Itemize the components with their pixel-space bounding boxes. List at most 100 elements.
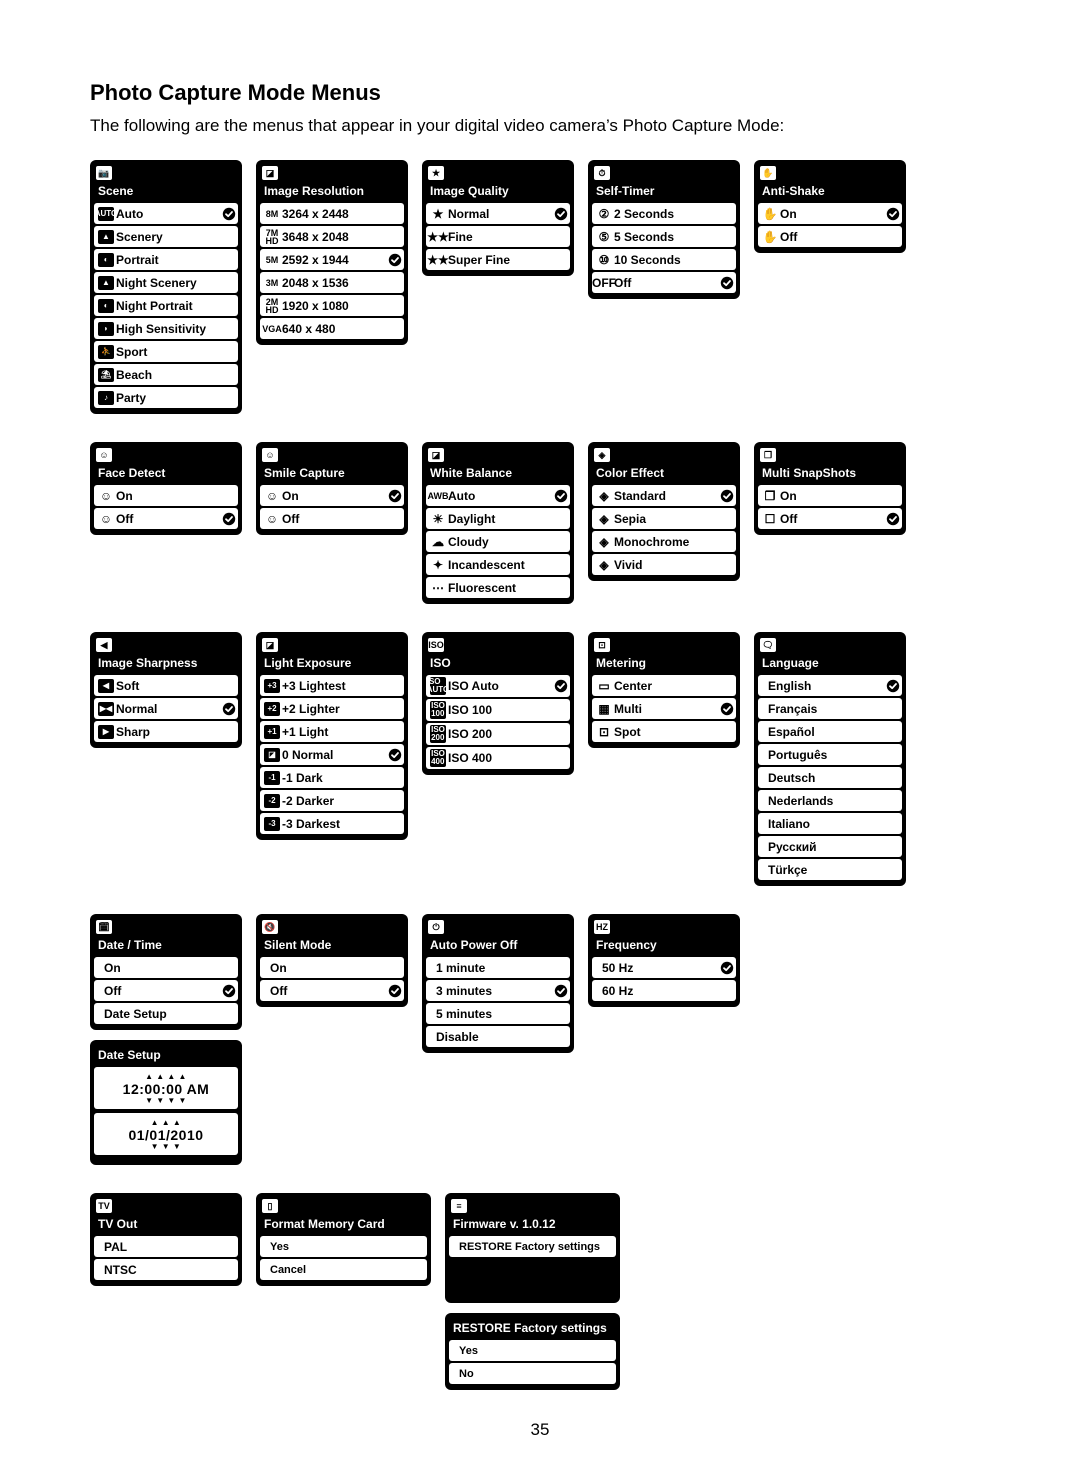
menu-item[interactable]: ♪Party <box>94 387 238 408</box>
menu-item[interactable]: ISO100ISO 100 <box>426 699 570 721</box>
menu-item[interactable]: 3 minutes <box>426 980 570 1001</box>
menu-item[interactable]: ◈Sepia <box>592 508 736 529</box>
menu-item[interactable]: +2+2 Lighter <box>260 698 404 719</box>
item-label: Русский <box>768 840 900 854</box>
menu-item[interactable]: ☺Off <box>94 508 238 529</box>
menu-item[interactable]: Yes <box>449 1340 616 1361</box>
menu-item[interactable]: 8M3264 x 2448 <box>260 203 404 224</box>
menu-item[interactable]: Off <box>260 980 404 1001</box>
menu-item[interactable]: NTSC <box>94 1259 238 1280</box>
menu-item[interactable]: Français <box>758 698 902 719</box>
checkmark-icon <box>886 512 900 526</box>
menu-item[interactable]: ☀Daylight <box>426 508 570 529</box>
menu-item[interactable]: 5M2592 x 1944 <box>260 249 404 270</box>
menu-item[interactable]: Date Setup <box>94 1003 238 1024</box>
menu-item[interactable]: ⑩10 Seconds <box>592 249 736 270</box>
menu-item[interactable]: ✦Incandescent <box>426 554 570 575</box>
menu-item[interactable]: ▲Night Scenery <box>94 272 238 293</box>
menu-item[interactable]: +3+3 Lightest <box>260 675 404 696</box>
menu-title: Format Memory Card <box>260 1213 427 1236</box>
menu-item[interactable]: ▲Scenery <box>94 226 238 247</box>
menu-item[interactable]: ⛱Beach <box>94 364 238 385</box>
menu-item[interactable]: -1-1 Dark <box>260 767 404 788</box>
menu-item[interactable]: ISO200ISO 200 <box>426 723 570 745</box>
menu-item[interactable]: Türkçe <box>758 859 902 880</box>
menu-title: Firmware v. 1.0.12 <box>449 1213 616 1236</box>
menu-item[interactable]: ▭Center <box>592 675 736 696</box>
menu-item[interactable]: ISOAUTOISO Auto <box>426 675 570 697</box>
menu-item[interactable]: ◈Monochrome <box>592 531 736 552</box>
menu-item[interactable]: ◪0 Normal <box>260 744 404 765</box>
menu-item[interactable]: ☺Off <box>260 508 404 529</box>
menu-item[interactable]: RESTORE Factory settings <box>449 1236 616 1257</box>
menu-frequency: HZFrequency50 Hz60 Hz <box>588 914 740 1007</box>
menu-item[interactable]: ▶Sharp <box>94 721 238 742</box>
menu-item[interactable]: +1+1 Light <box>260 721 404 742</box>
menu-item[interactable]: ★Normal <box>426 203 570 224</box>
item-label: Italiano <box>768 817 900 831</box>
menu-item[interactable]: ◀Soft <box>94 675 238 696</box>
item-label: On <box>116 489 236 503</box>
menu-item[interactable]: ②2 Seconds <box>592 203 736 224</box>
menu-item[interactable]: ISO400ISO 400 <box>426 747 570 769</box>
menu-item[interactable]: AUTOAuto <box>94 203 238 224</box>
menu-item[interactable]: PAL <box>94 1236 238 1257</box>
menu-item[interactable]: 2MHD1920 x 1080 <box>260 295 404 316</box>
item-label: Off <box>780 512 884 526</box>
menu-item[interactable]: 5 minutes <box>426 1003 570 1024</box>
menu-item[interactable]: -2-2 Darker <box>260 790 404 811</box>
menu-item[interactable]: Español <box>758 721 902 742</box>
menu-item[interactable]: ☺On <box>94 485 238 506</box>
menu-item[interactable]: ⛹Sport <box>94 341 238 362</box>
menu-item[interactable]: Italiano <box>758 813 902 834</box>
menu-item[interactable]: 1 minute <box>426 957 570 978</box>
menu-item[interactable]: Cancel <box>260 1259 427 1280</box>
date-setup-time[interactable]: ▲ ▲ ▲ ▲ 12:00:00 AM ▼ ▼ ▼ ▼ <box>94 1067 238 1109</box>
menu-item[interactable]: ▶◀Normal <box>94 698 238 719</box>
menu-item[interactable]: ☁Cloudy <box>426 531 570 552</box>
menu-item[interactable]: 7MHD3648 x 2048 <box>260 226 404 247</box>
menu-item[interactable]: On <box>94 957 238 978</box>
menu-item[interactable]: ★★Fine <box>426 226 570 247</box>
menu-item[interactable]: ◈Standard <box>592 485 736 506</box>
menu-item[interactable]: ⋯Fluorescent <box>426 577 570 598</box>
checkmark-icon <box>554 984 568 998</box>
menu-item[interactable]: VGA640 x 480 <box>260 318 404 339</box>
menu-item[interactable]: ✋On <box>758 203 902 224</box>
page-title: Photo Capture Mode Menus <box>90 80 990 106</box>
menu-item[interactable]: On <box>260 957 404 978</box>
menu-item[interactable]: -3-3 Darkest <box>260 813 404 834</box>
menu-item[interactable]: ◐Portrait <box>94 249 238 270</box>
menu-item[interactable]: ◐Night Portrait <box>94 295 238 316</box>
menu-item[interactable]: ★★Super Fine <box>426 249 570 270</box>
menu-item[interactable]: Yes <box>260 1236 427 1257</box>
menu-item[interactable]: ✋Off <box>758 226 902 247</box>
menu-item[interactable]: ⑤5 Seconds <box>592 226 736 247</box>
item-label: 0 Normal <box>282 748 386 762</box>
menu-item[interactable]: ⊡Spot <box>592 721 736 742</box>
menu-item[interactable]: ◗High Sensitivity <box>94 318 238 339</box>
intro-text: The following are the menus that appear … <box>90 116 990 136</box>
date-setup-date[interactable]: ▲ ▲ ▲ 01/01/2010 ▼ ▼ ▼ <box>94 1113 238 1155</box>
item-icon: ◈ <box>596 489 612 503</box>
menu-item[interactable]: 50 Hz <box>592 957 736 978</box>
menu-item[interactable]: ▦Multi <box>592 698 736 719</box>
menu-item[interactable]: ☐Off <box>758 508 902 529</box>
menu-item[interactable]: English <box>758 675 902 696</box>
menu-item[interactable]: Русский <box>758 836 902 857</box>
menu-title: Smile Capture <box>260 462 404 485</box>
menu-item[interactable]: 3M2048 x 1536 <box>260 272 404 293</box>
menu-item[interactable]: 60 Hz <box>592 980 736 1001</box>
menu-item[interactable]: Deutsch <box>758 767 902 788</box>
menu-item[interactable]: Off <box>94 980 238 1001</box>
menu-item[interactable]: ◈Vivid <box>592 554 736 575</box>
menu-item[interactable]: Nederlands <box>758 790 902 811</box>
menu-item[interactable]: OFFOff <box>592 272 736 293</box>
menu-item[interactable]: AWBAuto <box>426 485 570 506</box>
menu-item[interactable]: ☺On <box>260 485 404 506</box>
menu-item[interactable]: Português <box>758 744 902 765</box>
menu-title: RESTORE Factory settings <box>449 1317 616 1340</box>
menu-item[interactable]: Disable <box>426 1026 570 1047</box>
menu-item[interactable]: ❐On <box>758 485 902 506</box>
menu-item[interactable]: No <box>449 1363 616 1384</box>
